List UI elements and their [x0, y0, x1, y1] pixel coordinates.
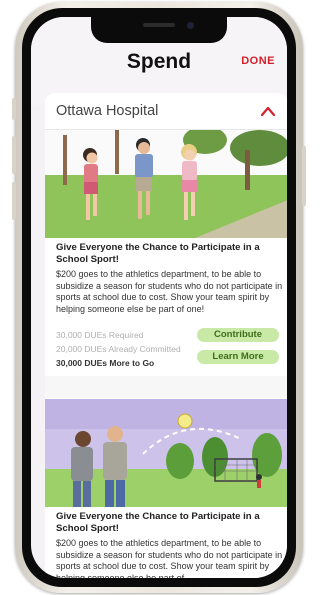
card-header[interactable]: Ottawa Hospital [45, 93, 287, 130]
camera [187, 22, 194, 29]
dues-required: 30,000 DUEs Required [56, 330, 144, 340]
organization-card: Ottawa Hospital Give Everyone the Chance… [45, 93, 287, 578]
item-separator [45, 376, 287, 398]
side-button-right [302, 146, 306, 206]
chevron-up-icon[interactable] [260, 105, 276, 117]
item-description: $200 goes to the athletics department, t… [56, 269, 283, 314]
card-title: Ottawa Hospital [56, 103, 159, 119]
learn-more-button[interactable]: Learn More [197, 350, 279, 364]
item-title: Give Everyone the Chance to Participate … [56, 511, 260, 534]
item-title: Give Everyone the Chance to Participate … [56, 242, 260, 265]
screen: Spend DONE Ottawa Hospital Give Everyone… [31, 17, 287, 578]
dues-committed: 20,000 DUEs Already Committed [56, 344, 181, 354]
side-button-left-bottom [12, 182, 16, 220]
dues-to-go: 30,000 DUEs More to Go [56, 358, 155, 368]
notch [91, 17, 227, 43]
contribute-button[interactable]: Contribute [197, 328, 279, 342]
done-button[interactable]: DONE [241, 55, 275, 67]
speaker-grille [143, 23, 175, 27]
side-button-left-mid [12, 136, 16, 174]
item-illustration-joggers [45, 130, 287, 238]
side-button-left-top [12, 98, 16, 120]
item-illustration-soccer [45, 399, 287, 507]
item-description: $200 goes to the athletics department, t… [56, 538, 283, 578]
